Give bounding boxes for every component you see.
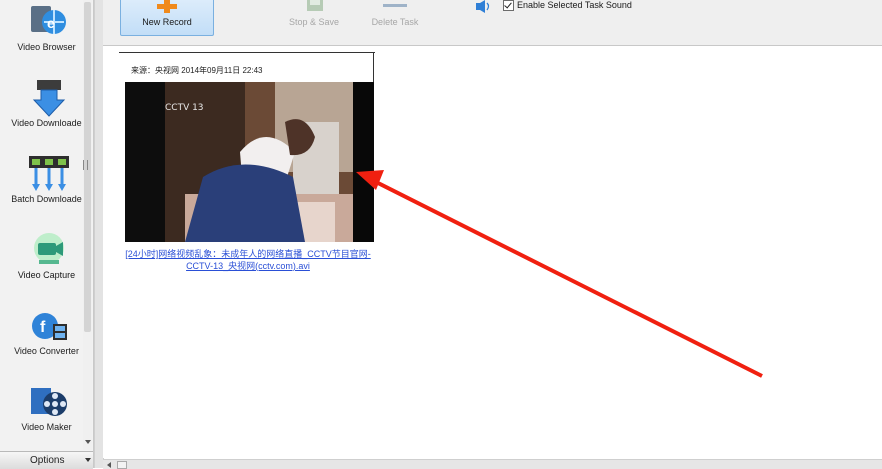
sidebar-item-label: Video Downloade xyxy=(11,118,82,128)
splitter-grip-icon xyxy=(83,160,88,170)
sidebar-item-label: Video Converter xyxy=(14,346,79,356)
globe-browser-icon: e xyxy=(31,6,66,34)
delete-task-button[interactable]: Delete Task xyxy=(365,0,425,36)
sidebar-item-video-browser[interactable]: e Video Browser xyxy=(0,2,93,72)
divider xyxy=(373,52,374,82)
sidebar-item-video-converter[interactable]: f Video Converter xyxy=(0,306,93,376)
film-reel-icon xyxy=(31,388,67,416)
video-overlay-text: CCTV 13 xyxy=(165,103,204,113)
divider xyxy=(119,52,375,53)
enable-sound-checkbox[interactable] xyxy=(503,0,514,11)
batch-download-icon xyxy=(29,156,69,191)
stop-save-label: Stop & Save xyxy=(288,17,340,27)
delete-icon xyxy=(383,4,407,7)
recorded-task-item[interactable]: 来源：央视网 2014年09月11日 22:43 CCTV 13 [24小时]网… xyxy=(119,52,375,278)
save-disk-icon xyxy=(307,0,323,11)
sidebar-item-label: Video Maker xyxy=(21,422,72,432)
left-sidebar: e Video Browser Video Downloade Batch Do… xyxy=(0,0,94,469)
options-label: Options xyxy=(30,455,65,466)
video-converter-icon: f xyxy=(32,313,67,340)
sidebar-item-batch-downloader[interactable]: Batch Downloade xyxy=(0,154,93,224)
recorded-file-link[interactable]: [24小时]网络视频乱象：未成年人的网络直播_CCTV节目官网-CCTV-13_… xyxy=(119,248,377,272)
video-thumbnail[interactable]: CCTV 13 xyxy=(125,82,374,242)
sidebar-scrollbar[interactable] xyxy=(83,0,92,450)
speaker-icon xyxy=(476,0,490,13)
stop-save-button[interactable]: Stop & Save xyxy=(283,0,345,36)
download-arrow-icon xyxy=(32,80,66,117)
plus-icon xyxy=(157,0,177,13)
video-frame: CCTV 13 xyxy=(125,82,374,242)
sidebar-item-label: Video Capture xyxy=(17,270,76,280)
sidebar-item-label: Batch Downloade xyxy=(11,194,82,204)
task-list-area: 来源：央视网 2014年09月11日 22:43 CCTV 13 [24小时]网… xyxy=(103,46,882,458)
svg-text:f: f xyxy=(40,319,46,336)
new-record-label: New Record xyxy=(142,17,192,27)
delete-task-label: Delete Task xyxy=(371,17,419,27)
enable-sound-label: Enable Selected Task Sound xyxy=(517,0,632,10)
thumbnail-caption: 来源：央视网 2014年09月11日 22:43 xyxy=(131,66,263,75)
svg-text:e: e xyxy=(47,15,55,31)
chevron-down-icon xyxy=(85,458,91,462)
sidebar-item-video-capture[interactable]: Video Capture xyxy=(0,230,93,300)
video-camera-icon xyxy=(34,233,64,264)
sidebar-item-video-maker[interactable]: Video Maker xyxy=(0,382,93,452)
sidebar-item-label: Video Browser xyxy=(17,42,76,52)
new-record-button[interactable]: New Record xyxy=(120,0,214,36)
scroll-down-icon[interactable] xyxy=(85,440,91,444)
sidebar-item-video-downloader[interactable]: Video Downloade xyxy=(0,78,93,148)
scroll-left-icon[interactable] xyxy=(107,462,111,468)
options-dropdown[interactable]: Options xyxy=(0,451,93,469)
toolbar: New Record Stop & Save Delete Task Enabl… xyxy=(103,0,882,46)
